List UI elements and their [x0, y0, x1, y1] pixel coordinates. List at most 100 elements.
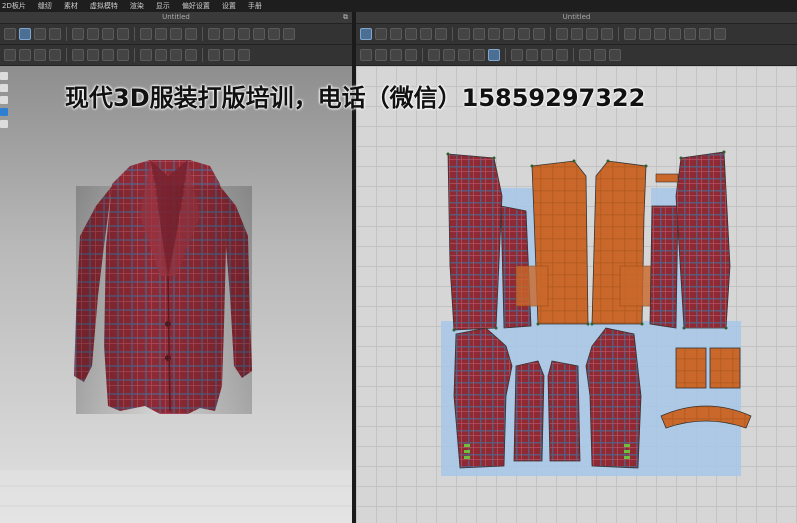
light-icon[interactable] — [208, 49, 220, 61]
edit-sewing-icon[interactable] — [428, 49, 440, 61]
rectangle-icon[interactable] — [473, 28, 485, 40]
shadow-icon[interactable] — [223, 49, 235, 61]
zipper-icon[interactable] — [511, 49, 523, 61]
view-reset-icon[interactable] — [0, 120, 8, 128]
measure-icon[interactable] — [140, 28, 152, 40]
annotation-icon[interactable] — [654, 28, 666, 40]
pattern-layout-icon[interactable] — [639, 28, 651, 40]
ruler-icon[interactable] — [669, 28, 681, 40]
sew-icon[interactable] — [87, 28, 99, 40]
button-icon[interactable] — [458, 49, 470, 61]
menu-materials[interactable]: 素材 — [64, 0, 78, 12]
dart-icon[interactable] — [533, 28, 545, 40]
texture-map-icon[interactable] — [488, 49, 500, 61]
upper-sleeve-left — [453, 327, 513, 469]
tape-icon[interactable] — [170, 28, 182, 40]
camera-icon[interactable] — [185, 49, 197, 61]
segment-sewing-icon[interactable] — [360, 49, 372, 61]
simulate-icon[interactable] — [238, 49, 250, 61]
edit-point-icon[interactable] — [390, 28, 402, 40]
grain-icon[interactable] — [684, 28, 696, 40]
check-sewing-icon[interactable] — [405, 49, 417, 61]
view-top-icon[interactable] — [0, 108, 8, 116]
viewport-3d[interactable] — [0, 66, 352, 523]
transform-icon[interactable] — [375, 28, 387, 40]
edit-point-icon[interactable] — [49, 28, 61, 40]
toolbar-3d-primary — [0, 24, 352, 45]
elastic-icon[interactable] — [541, 49, 553, 61]
tack-icon[interactable] — [34, 49, 46, 61]
toolbar-divider — [452, 27, 453, 41]
menu-sewing[interactable]: 缝纫 — [38, 0, 52, 12]
window-expand-icon[interactable]: ⧉ — [343, 12, 348, 23]
side-panel-right — [649, 205, 679, 329]
segment-icon[interactable] — [34, 28, 46, 40]
toolbar-divider — [573, 48, 574, 62]
avatar-icon[interactable] — [155, 28, 167, 40]
measure-icon[interactable] — [579, 49, 591, 61]
circle-icon[interactable] — [488, 28, 500, 40]
internal-rectangle-icon[interactable] — [518, 28, 530, 40]
paint-icon[interactable] — [268, 28, 280, 40]
menu-avatar[interactable]: 虚拟模特 — [90, 0, 118, 12]
strain-map-icon[interactable] — [102, 49, 114, 61]
button-icon[interactable] — [223, 28, 235, 40]
contact-icon[interactable] — [117, 49, 129, 61]
menu-settings[interactable]: 设置 — [222, 0, 236, 12]
polygon-icon[interactable] — [458, 28, 470, 40]
notch-icon[interactable] — [571, 28, 583, 40]
edit-curvature-icon[interactable] — [420, 28, 432, 40]
curve-icon[interactable] — [72, 28, 84, 40]
zipper-icon[interactable] — [238, 28, 250, 40]
fit-icon[interactable] — [72, 49, 84, 61]
strength-icon[interactable] — [49, 49, 61, 61]
arrangement-icon[interactable] — [185, 28, 197, 40]
topstitch-icon[interactable] — [443, 49, 455, 61]
view-back-icon[interactable] — [0, 84, 8, 92]
menu-2d-pattern[interactable]: 2D板片 — [2, 0, 26, 12]
lock-icon[interactable] — [594, 49, 606, 61]
graphic-icon[interactable] — [283, 28, 295, 40]
select-icon[interactable] — [360, 28, 372, 40]
fold-icon[interactable] — [117, 28, 129, 40]
menu-manual[interactable]: 手册 — [248, 0, 262, 12]
texture-icon[interactable] — [208, 28, 220, 40]
menu-render[interactable]: 渲染 — [130, 0, 144, 12]
show-pin-icon[interactable] — [170, 49, 182, 61]
upper-sleeve-right — [585, 327, 642, 469]
show-garment-icon[interactable] — [155, 49, 167, 61]
free-sewing-icon[interactable] — [375, 49, 387, 61]
edit-texture-icon[interactable] — [624, 28, 636, 40]
pattern-canvas-2d[interactable] — [356, 66, 797, 523]
stress-map-icon[interactable] — [87, 49, 99, 61]
fold-line-icon[interactable] — [556, 49, 568, 61]
pin-icon[interactable] — [102, 28, 114, 40]
view-side-icon[interactable] — [0, 96, 8, 104]
view-front-icon[interactable] — [0, 72, 8, 80]
trim-icon[interactable] — [253, 28, 265, 40]
multi-sewing-icon[interactable] — [390, 49, 402, 61]
under-sleeve-left — [513, 360, 545, 462]
curve-point-icon[interactable] — [405, 28, 417, 40]
show-avatar-icon[interactable] — [140, 49, 152, 61]
menu-display[interactable]: 显示 — [156, 0, 170, 12]
buttonhole-icon[interactable] — [473, 49, 485, 61]
seam-line-icon[interactable] — [19, 49, 31, 61]
sewing-line-icon[interactable] — [4, 49, 16, 61]
select-icon[interactable] — [4, 28, 16, 40]
freeze-icon[interactable] — [609, 49, 621, 61]
zoom-icon[interactable] — [714, 28, 726, 40]
grading-icon[interactable] — [601, 28, 613, 40]
window-2d-titlebar: Untitled — [356, 12, 797, 24]
internal-line-icon[interactable] — [503, 28, 515, 40]
menu-preferences[interactable]: 偏好设置 — [182, 0, 210, 12]
binding-icon[interactable] — [526, 49, 538, 61]
transform-icon[interactable] — [19, 28, 31, 40]
symmetry-icon[interactable] — [699, 28, 711, 40]
add-point-icon[interactable] — [435, 28, 447, 40]
toolbar-3d-secondary — [0, 45, 352, 66]
trace-icon[interactable] — [556, 28, 568, 40]
seam-allowance-icon[interactable] — [586, 28, 598, 40]
toolbar-divider — [134, 48, 135, 62]
sleeve-buttons-right — [624, 444, 630, 459]
